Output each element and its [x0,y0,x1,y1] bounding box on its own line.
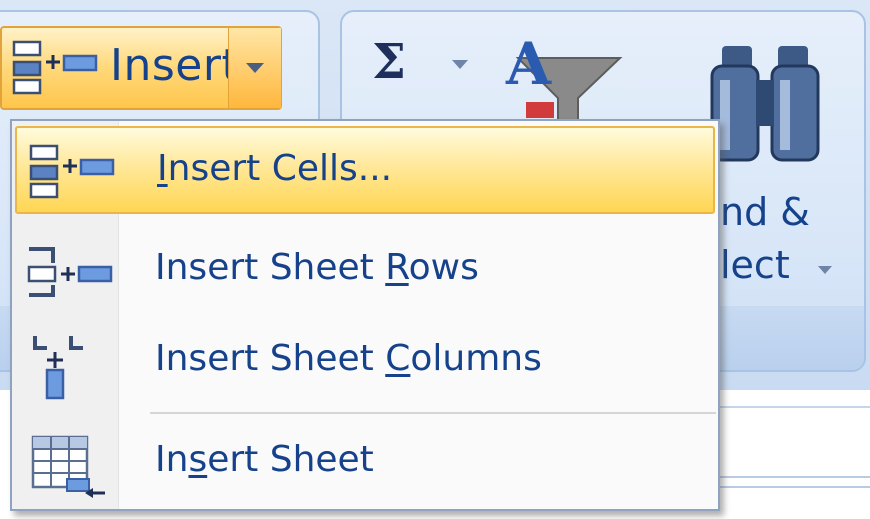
autosum-icon[interactable]: Σ [372,34,406,90]
menu-item-insert-sheet-rows[interactable]: Insert Sheet Rows [15,227,715,315]
insert-dropdown-menu: Insert Cells... Insert Sheet Rows Insert… [10,119,720,511]
menu-item-label: Insert Sheet Rows [155,247,479,288]
menu-item-label: Insert Cells... [157,148,393,189]
menu-item-insert-sheet-columns[interactable]: Insert Sheet Columns [15,318,715,406]
menu-item-insert-sheet[interactable]: Insert Sheet [15,419,715,507]
insert-columns-icon [25,332,115,406]
sheet-border-lines [720,476,870,488]
menu-item-label: Insert Sheet Columns [155,338,542,379]
svg-text:A: A [505,30,552,98]
insert-sheet-icon [25,433,115,507]
insert-cells-icon [27,142,117,206]
autosum-dropdown-arrow[interactable] [452,60,468,69]
menu-item-label: Insert Sheet [155,439,374,480]
sort-filter-icon[interactable]: A [500,28,630,132]
insert-dropdown-arrow[interactable] [228,28,281,108]
insert-rows-icon [25,241,115,315]
menu-separator [150,412,716,414]
find-select-dropdown-arrow[interactable] [818,266,832,274]
insert-button[interactable]: Insert [2,28,239,108]
find-select-label[interactable]: nd & [720,190,810,234]
find-select-label-secondary[interactable]: lect [720,243,790,287]
insert-split-button[interactable]: Insert [0,26,282,110]
sheet-divider [720,406,870,408]
menu-item-insert-cells[interactable]: Insert Cells... [15,126,715,214]
chevron-down-icon [246,63,264,73]
insert-cells-icon [10,38,100,102]
insert-button-label: Insert [110,40,240,91]
